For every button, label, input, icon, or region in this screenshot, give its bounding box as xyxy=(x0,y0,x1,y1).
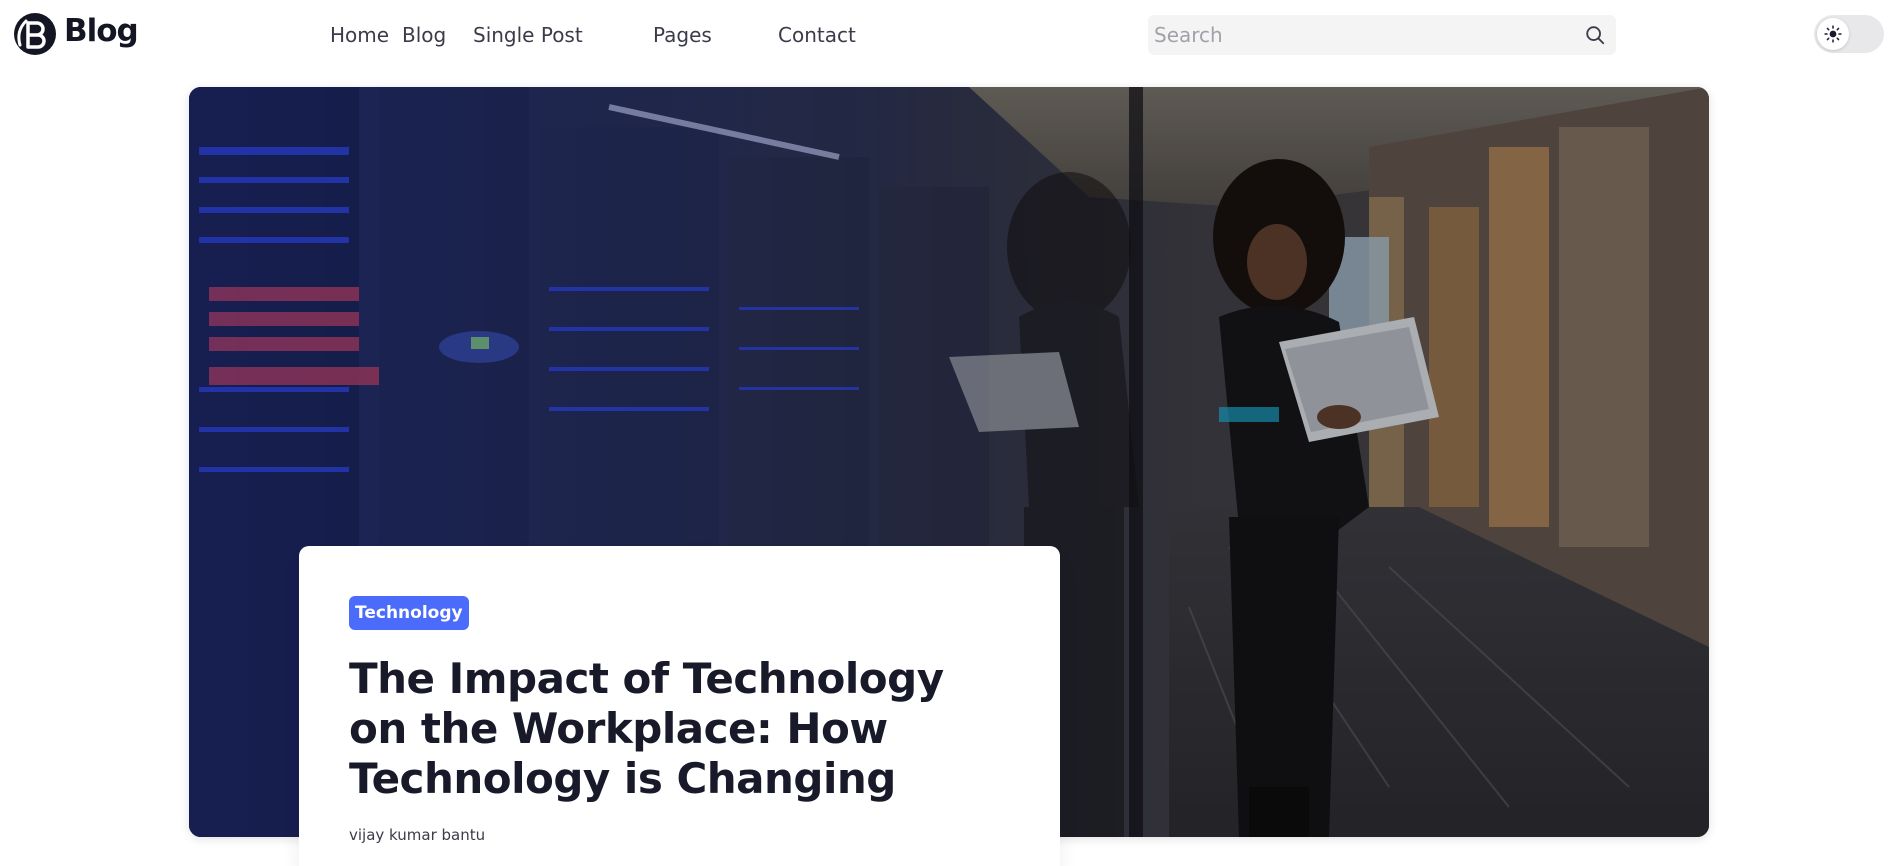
nav-contact[interactable]: Contact xyxy=(778,20,856,50)
nav-home[interactable]: Home xyxy=(330,20,400,50)
main-nav: Home Blog Single Post Pages Contact xyxy=(330,20,856,50)
post-title[interactable]: The Impact of Technology on the Workplac… xyxy=(349,654,1010,804)
sun-icon xyxy=(1824,25,1842,43)
category-badge[interactable]: Technology xyxy=(349,596,469,630)
nav-single-post[interactable]: Single Post xyxy=(473,20,653,50)
nav-pages[interactable]: Pages xyxy=(653,20,778,50)
featured-post-card[interactable]: Technology The Impact of Technology on t… xyxy=(299,546,1060,866)
search-box xyxy=(1148,15,1616,55)
logo[interactable]: Blog xyxy=(12,10,139,58)
nav-blog[interactable]: Blog xyxy=(402,20,473,50)
search-icon[interactable] xyxy=(1584,24,1606,46)
logo-icon xyxy=(14,13,56,55)
site-header: Blog Home Blog Single Post Pages Contact xyxy=(0,0,1893,70)
post-author[interactable]: vijay kumar bantu xyxy=(349,826,1010,844)
theme-toggle[interactable] xyxy=(1814,15,1884,53)
toggle-knob xyxy=(1817,18,1849,50)
logo-text: Blog xyxy=(64,13,139,49)
search-input[interactable] xyxy=(1148,15,1568,55)
